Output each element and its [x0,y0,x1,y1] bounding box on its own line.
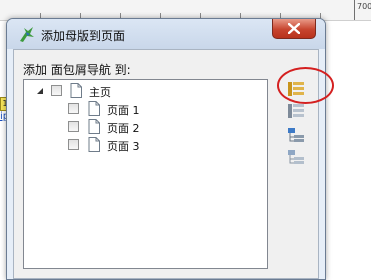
uncheck-children-icon[interactable] [287,149,305,165]
page-icon [88,137,100,152]
close-button[interactable] [272,19,316,39]
expand-arrow-icon[interactable] [36,87,44,95]
tree-node-label: 主页 [89,86,111,99]
tree-node-home[interactable]: 主页 [34,83,134,99]
target-prompt: 添加 面包屑导航 到: [23,63,131,77]
tree-checkbox[interactable] [68,139,79,150]
dialog-titlebar[interactable]: 添加母版到页面 [7,19,325,49]
page-icon [70,83,82,98]
check-children-icon[interactable] [287,127,305,143]
page-icon [88,101,100,116]
page-icon [88,119,100,134]
tree-node-label: 页面 1 [107,104,140,117]
tree-checkbox[interactable] [68,121,79,132]
tree-checkbox[interactable] [68,103,79,114]
tree-node-page-3[interactable]: 页面 3 [68,137,168,153]
tree-node-page-2[interactable]: 页面 2 [68,119,168,135]
ruler-label: 700 [357,2,371,11]
annotation-highlight-ring [277,67,334,104]
app-logo-icon [20,27,34,42]
dialog-title: 添加母版到页面 [41,29,126,43]
tree-node-label: 页面 3 [107,140,140,153]
uncheck-all-icon[interactable] [287,103,305,119]
page-tree[interactable]: 主页 页面 1 页面 2 页面 3 [23,79,268,269]
close-icon [288,23,300,34]
tree-checkbox[interactable] [51,85,62,96]
tree-node-page-1[interactable]: 页面 1 [68,101,168,117]
tree-node-label: 页面 2 [107,122,140,135]
